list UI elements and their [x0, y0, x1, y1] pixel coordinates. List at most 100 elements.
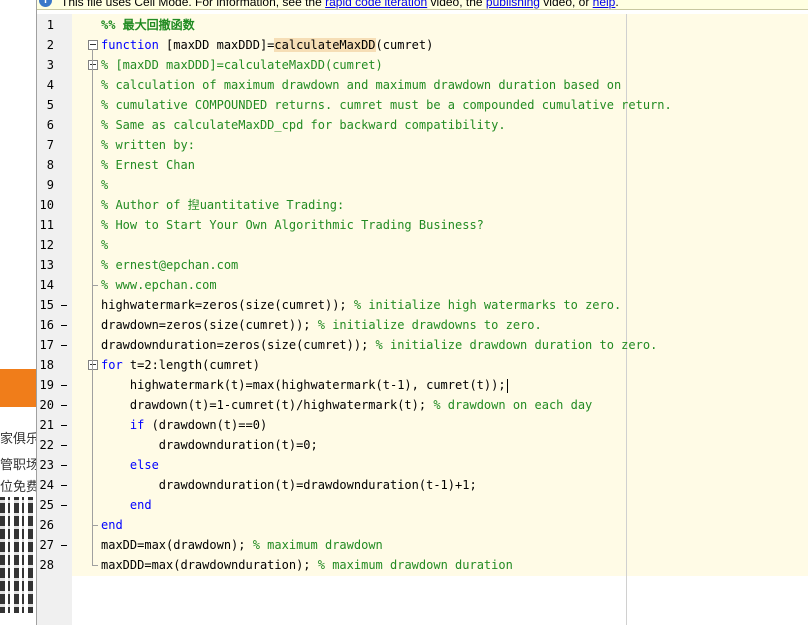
code-line[interactable]: 14 % www.epchan.com: [37, 275, 808, 295]
code-segment: % [maxDD maxDDD]=calculateMaxDD(cumret): [101, 58, 383, 72]
text-cursor: [506, 378, 508, 393]
code-line[interactable]: 9%: [37, 175, 808, 195]
rapid-code-iteration-link[interactable]: rapid code iteration: [325, 0, 427, 9]
breakpoint-dash[interactable]: [61, 305, 67, 306]
code-segment: % www.epchan.com: [101, 278, 217, 292]
info-bar-text: This file uses Cell Mode. For informatio…: [61, 0, 619, 9]
code-line[interactable]: 11 % How to Start Your Own Algorithmic Tr…: [37, 215, 808, 235]
code-line[interactable]: 19 highwatermark(t)=max(highwatermark(t-…: [37, 375, 808, 395]
publishing-link[interactable]: publishing: [486, 0, 540, 9]
code-text: %: [101, 175, 108, 195]
code-line[interactable]: 6 % Same as calculateMaxDD_cpd for backwa…: [37, 115, 808, 135]
code-text: % ernest@epchan.com: [101, 255, 238, 275]
code-text: %: [101, 235, 108, 255]
code-text: maxDD=max(drawdown); % maximum drawdown: [101, 535, 383, 555]
fold-toggle-icon[interactable]: [88, 360, 98, 370]
code-line[interactable]: 13 % ernest@epchan.com: [37, 255, 808, 275]
keyword: end: [101, 498, 152, 512]
code-line[interactable]: 7 % written by:: [37, 135, 808, 155]
code-segment: (drawdown(t)==0): [144, 418, 268, 432]
breakpoint-dash[interactable]: [61, 425, 67, 426]
keyword: else: [101, 458, 159, 472]
code-line[interactable]: 8 % Ernest Chan: [37, 155, 808, 175]
code-line[interactable]: 1 %% 最大回撤函数: [37, 15, 808, 35]
breakpoint-dash[interactable]: [61, 325, 67, 326]
line-number: 11: [39, 218, 54, 232]
code-segment: drawdownduration=zeros(size(cumret));: [101, 338, 376, 352]
code-line[interactable]: 24 drawdownduration(t)=drawdownduration(…: [37, 475, 808, 495]
code-line[interactable]: 17 drawdownduration=zeros(size(cumret)); …: [37, 335, 808, 355]
keyword: if: [101, 418, 145, 432]
matlab-editor[interactable]: i This file uses Cell Mode. For informat…: [36, 0, 808, 625]
background-text-3: 位免费: [0, 480, 36, 495]
line-number: 27: [39, 538, 54, 552]
info-icon: i: [39, 0, 52, 7]
breakpoint-dash[interactable]: [61, 345, 67, 346]
line-number: 10: [39, 198, 54, 212]
code-segment: % cumulative COMPOUNDED returns. cumret …: [101, 98, 672, 112]
info-text-mid1: video, the: [427, 0, 486, 9]
line-number: 7: [46, 138, 54, 152]
code-text: % [maxDD maxDDD]=calculateMaxDD(cumret): [101, 55, 383, 75]
code-segment: highwatermark(t)=max(highwatermark(t-1),…: [101, 378, 506, 392]
line-number: 1: [46, 18, 54, 32]
breakpoint-dash[interactable]: [61, 405, 67, 406]
breakpoint-dash[interactable]: [61, 385, 67, 386]
line-number: 18: [39, 358, 54, 372]
line-number: 4: [46, 78, 54, 92]
code-segment: drawdownduration(t)=drawdownduration(t-1…: [101, 478, 477, 492]
help-link[interactable]: help: [593, 0, 616, 9]
line-number: 12: [39, 238, 54, 252]
code-line[interactable]: 25 end: [37, 495, 808, 515]
inline-comment: % maximum drawdown duration: [317, 558, 513, 572]
code-text: drawdown=zeros(size(cumret)); % initiali…: [101, 315, 542, 335]
line-number: 3: [46, 58, 54, 72]
breakpoint-dash[interactable]: [61, 465, 67, 466]
code-line[interactable]: 15 highwatermark=zeros(size(cumret)); % i…: [37, 295, 808, 315]
info-text-suffix: .: [615, 0, 619, 9]
breakpoint-dash[interactable]: [61, 545, 67, 546]
code-line[interactable]: 12%: [37, 235, 808, 255]
background-text-2: 管职场: [0, 458, 36, 473]
code-text: % How to Start Your Own Algorithmic Trad…: [101, 215, 484, 235]
line-number: 16: [39, 318, 54, 332]
inline-comment: % initialize drawdowns to zero.: [317, 318, 542, 332]
breakpoint-dash[interactable]: [61, 505, 67, 506]
code-line[interactable]: 23 else: [37, 455, 808, 475]
code-segment: % calculation of maximum drawdown and ma…: [101, 78, 622, 92]
code-segment: (cumret): [375, 38, 434, 52]
code-line[interactable]: 26 end: [37, 515, 808, 535]
code-line[interactable]: 10 % Author of 揑uantitative Trading:: [37, 195, 808, 215]
code-segment: maxDD=max(drawdown);: [101, 538, 253, 552]
code-line[interactable]: 16 drawdown=zeros(size(cumret)); % initia…: [37, 315, 808, 335]
code-text: if (drawdown(t)==0): [101, 415, 267, 435]
code-line[interactable]: 2 function [maxDD maxDDD]=calculateMaxDD(…: [37, 35, 808, 55]
code-text: % written by:: [101, 135, 195, 155]
breakpoint-dash[interactable]: [61, 445, 67, 446]
fold-guide: [92, 49, 93, 565]
line-number: 14: [39, 278, 54, 292]
code-line[interactable]: 28 maxDDD=max(drawdownduration); % maximu…: [37, 555, 808, 575]
info-text-prefix: This file uses Cell Mode. For informatio…: [61, 0, 326, 9]
code-segment: % Author of 揑uantitative Trading:: [101, 198, 345, 212]
keyword: for: [101, 358, 123, 372]
fold-toggle-icon[interactable]: [88, 60, 98, 70]
code-line[interactable]: 4 % calculation of maximum drawdown and m…: [37, 75, 808, 95]
code-line[interactable]: 5 % cumulative COMPOUNDED returns. cumret…: [37, 95, 808, 115]
code-line[interactable]: 18 for t=2:length(cumret): [37, 355, 808, 375]
code-segment: t=2:length(cumret): [122, 358, 260, 372]
breakpoint-dash[interactable]: [61, 485, 67, 486]
code-segment: % How to Start Your Own Algorithmic Trad…: [101, 218, 484, 232]
code-line[interactable]: 20 drawdown(t)=1-cumret(t)/highwatermark…: [37, 395, 808, 415]
code-line[interactable]: 21 if (drawdown(t)==0): [37, 415, 808, 435]
code-text: function [maxDD maxDDD]=calculateMaxDD(c…: [101, 35, 433, 55]
fold-toggle-icon[interactable]: [88, 40, 98, 50]
background-orange-banner: [0, 369, 36, 407]
code-text: % Same as calculateMaxDD_cpd for backwar…: [101, 115, 506, 135]
line-number: 26: [39, 518, 54, 532]
code-line[interactable]: 3 % [maxDD maxDDD]=calculateMaxDD(cumret): [37, 55, 808, 75]
code-line[interactable]: 22 drawdownduration(t)=0;: [37, 435, 808, 455]
code-line[interactable]: 27 maxDD=max(drawdown); % maximum drawdow…: [37, 535, 808, 555]
line-number: 23: [39, 458, 54, 472]
code-segment: %: [101, 178, 109, 192]
